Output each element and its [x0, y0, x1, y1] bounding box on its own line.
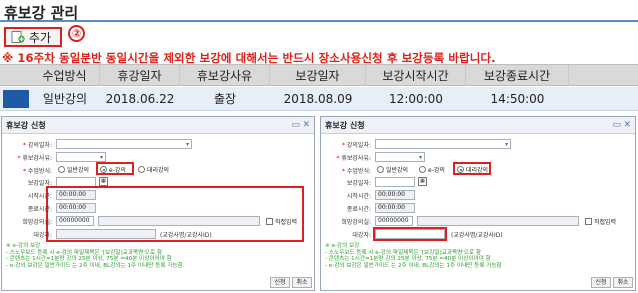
cell-reason: 출장 — [213, 92, 237, 106]
makeup-dialog-elearning: 휴보강 신청 ▭ ✕ * 강의일자: ▾ * 휴보강사유: ▾ * 수업방식: … — [1, 116, 315, 291]
label-start: 시작시간: — [346, 193, 371, 200]
label-end: 종료시간: — [27, 206, 52, 213]
reason-select[interactable]: ▾ — [375, 152, 425, 162]
calendar-icon[interactable]: ▦ — [99, 177, 108, 186]
label-method: * 수업방식: — [341, 168, 371, 175]
col-header[interactable]: 보강일자 — [270, 65, 366, 85]
col-header[interactable]: 수업방식 — [30, 65, 100, 85]
course-select[interactable]: ▾ — [375, 139, 511, 149]
room-name-input[interactable] — [98, 216, 260, 226]
apply-button[interactable]: 신청 — [591, 277, 611, 288]
dialog-title: 휴보강 신청 — [2, 117, 314, 134]
apply-button[interactable]: 신청 — [270, 277, 290, 288]
room-code-input[interactable]: 00000000 — [375, 216, 413, 226]
radio-general[interactable]: 일반강의 — [58, 165, 89, 174]
substitute-hint: (교강사명/교강사ID) — [451, 232, 503, 239]
dialog-title: 휴보강 신청 — [321, 117, 635, 134]
label-substitute: 대강자: — [33, 232, 52, 239]
course-select[interactable]: ▾ — [56, 139, 192, 149]
makeup-date-input[interactable] — [375, 177, 415, 187]
cell-makeup-date: 2018.08.09 — [283, 91, 353, 106]
table-row[interactable]: 일반강의 2018.06.22 출장 2018.08.09 12:00:00 1… — [0, 87, 638, 111]
minimize-icon[interactable]: ▭ — [291, 120, 300, 130]
cell-end-time: 14:50:00 — [490, 91, 545, 106]
cell-method: 일반강의 — [42, 92, 88, 106]
reason-select[interactable]: ▾ — [56, 152, 106, 162]
substitute-hint: (교강사명/교강사ID) — [160, 232, 212, 239]
label-course: * 강의일자: — [341, 142, 371, 149]
label-room: 희망강의실: — [341, 219, 371, 226]
label-start: 시작시간: — [27, 193, 52, 200]
col-header[interactable]: 보강종료시간 — [466, 65, 569, 85]
label-substitute: 대강자: — [352, 232, 371, 239]
end-time-input[interactable]: 00:00:00 — [375, 203, 415, 213]
close-icon[interactable]: ✕ — [623, 120, 631, 130]
label-room: 희망강의실: — [22, 219, 52, 226]
label-reason: * 휴보강사유: — [17, 155, 52, 162]
label-method: * 수업방식: — [22, 168, 52, 175]
direct-input-checkbox[interactable]: 직접입력 — [585, 217, 616, 226]
radio-general[interactable]: 일반강의 — [377, 165, 408, 174]
step-marker: ② — [68, 25, 85, 42]
cancel-button[interactable]: 취소 — [613, 277, 633, 288]
radio-elearning[interactable]: e-강의 — [419, 165, 445, 174]
add-button[interactable]: 추가 — [4, 27, 62, 47]
col-header[interactable]: 보강시작시간 — [366, 65, 466, 85]
cell-start-time: 12:00:00 — [389, 91, 443, 106]
row-selector[interactable] — [3, 90, 29, 108]
start-time-input[interactable]: 00:00:00 — [56, 190, 96, 200]
cell-cancel-date: 2018.06.22 — [105, 91, 175, 106]
col-header[interactable]: 휴보강사유 — [180, 65, 270, 85]
label-reason: * 휴보강사유: — [336, 155, 371, 162]
col-header[interactable]: 휴강일자 — [100, 65, 180, 85]
substitute-input[interactable] — [56, 229, 156, 239]
makeup-dialog-substitute: 휴보강 신청 ▭ ✕ * 강의일자: ▾ * 휴보강사유: ▾ * 수업방식: … — [320, 116, 636, 291]
radio-substitute[interactable]: 대리강의 — [138, 165, 169, 174]
room-code-input[interactable]: 00000000 — [56, 216, 94, 226]
cancel-button[interactable]: 취소 — [292, 277, 312, 288]
note-line: - e-강의 보강은 일반가이드 는 2주 이내, BL강의는 1주 이내만 등… — [325, 262, 502, 269]
label-course: * 강의일자: — [22, 142, 52, 149]
label-makeup-date: 보강일자: — [27, 180, 52, 187]
start-time-input[interactable]: 00:00:00 — [375, 190, 415, 200]
direct-input-checkbox[interactable]: 직접입력 — [266, 217, 297, 226]
highlight-substitute-input — [373, 227, 447, 241]
calendar-icon[interactable]: ▦ — [418, 177, 427, 186]
highlight-substitute — [453, 162, 491, 175]
minimize-icon[interactable]: ▭ — [612, 120, 621, 130]
title-divider — [0, 20, 638, 22]
room-name-input[interactable] — [417, 216, 579, 226]
close-icon[interactable]: ✕ — [302, 120, 310, 130]
highlight-elearning — [96, 162, 134, 175]
grid-header: 수업방식 휴강일자 휴보강사유 보강일자 보강시작시간 보강종료시간 — [0, 64, 638, 86]
label-makeup-date: 보강일자: — [346, 180, 371, 187]
add-button-label: 추가 — [29, 30, 52, 45]
add-document-icon — [11, 31, 25, 43]
end-time-input[interactable]: 00:00:00 — [56, 203, 96, 213]
label-end: 종료시간: — [346, 206, 371, 213]
note-line: - e-강의 보강은 일반가이드 는 2주 이내, BL강의는 1주 이내만 등… — [6, 262, 183, 269]
